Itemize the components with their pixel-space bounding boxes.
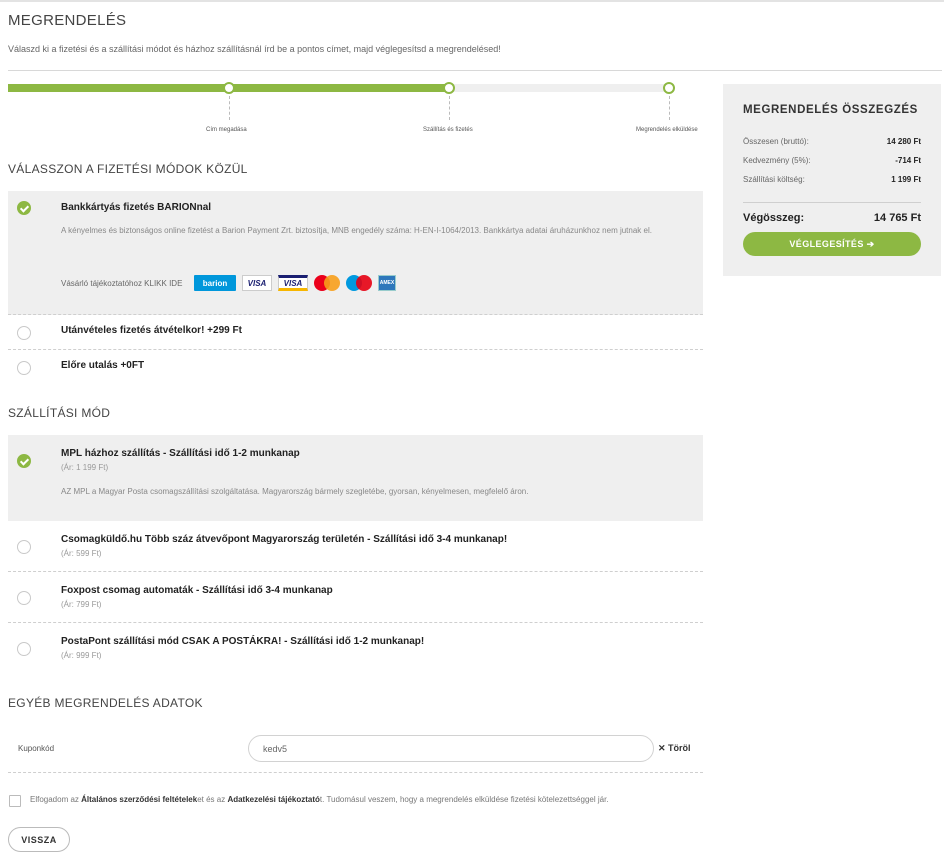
- shipping-option-title: PostaPont szállítási mód CSAK A POSTÁKRA…: [61, 636, 425, 647]
- payment-logos: barion VISA VISA AMEX: [194, 275, 396, 291]
- terms-text-part: et és az: [197, 795, 228, 804]
- barion-logo: barion: [194, 275, 236, 291]
- terms-text: Elfogadom az Általános szerződési feltét…: [30, 795, 609, 804]
- radio-button[interactable]: [17, 540, 31, 554]
- terms-link[interactable]: Általános szerződési feltételek: [81, 795, 197, 804]
- shipping-option-csomagkuldo[interactable]: Csomagküldő.hu Több száz átvevőpont Magy…: [8, 521, 703, 572]
- terms-text-part: Elfogadom az: [30, 795, 82, 804]
- shipping-option-title: MPL házhoz szállítás - Szállítási idő 1-…: [61, 448, 300, 459]
- terms-checkbox[interactable]: [9, 795, 21, 807]
- payment-option-cod[interactable]: Utánvételes fizetés átvételkor! +299 Ft: [8, 315, 703, 350]
- payment-option-description: A kényelmes és biztonságos online fizeté…: [61, 226, 652, 235]
- divider: [8, 70, 942, 71]
- progress-step-dot: [443, 82, 455, 94]
- shipping-option-price: (Ár: 1 199 Ft): [61, 463, 109, 472]
- shipping-option-price: (Ár: 599 Ft): [61, 549, 102, 558]
- radio-button[interactable]: [17, 642, 31, 656]
- visa-logo: VISA: [242, 275, 272, 291]
- back-button[interactable]: VISSZA: [8, 827, 70, 852]
- terms-text-part: t. Tudomásul veszem, hogy a megrendelés …: [319, 795, 609, 804]
- customer-info-link[interactable]: Vásárló tájékoztatóhoz KLIKK IDE: [61, 279, 182, 288]
- summary-row-label: Kedvezmény (5%):: [743, 156, 811, 165]
- shipping-option-title: Csomagküldő.hu Több száz átvevőpont Magy…: [61, 534, 508, 545]
- shipping-option-description: AZ MPL a Magyar Posta csomagszállítási s…: [61, 487, 529, 496]
- payment-option-title: Utánvételes fizetés átvételkor! +299 Ft: [61, 325, 242, 336]
- coupon-remove-button[interactable]: ✕ Töröl: [658, 743, 691, 754]
- radio-checked-icon[interactable]: [17, 454, 31, 468]
- summary-row-value: -714 Ft: [895, 156, 921, 165]
- summary-row-gross: Összesen (bruttó): 14 280 Ft: [743, 137, 921, 146]
- divider: [743, 202, 921, 203]
- shipping-option-price: (Ár: 999 Ft): [61, 651, 102, 660]
- shipping-option-mpl[interactable]: MPL házhoz szállítás - Szállítási idő 1-…: [8, 435, 703, 521]
- summary-row-value: 14 280 Ft: [886, 137, 921, 146]
- payment-option-barion[interactable]: Bankkártyás fizetés BARIONnal A kényelme…: [8, 191, 703, 315]
- coupon-input[interactable]: [248, 735, 654, 762]
- privacy-policy-link[interactable]: Adatkezelési tájékoztató: [227, 795, 319, 804]
- progress-step-stem: [229, 96, 230, 120]
- payment-section-title: VÁLASSZON A FIZETÉSI MÓDOK KÖZÜL: [8, 162, 248, 176]
- progress-step-stem: [669, 96, 670, 120]
- shipping-option-foxpost[interactable]: Foxpost csomag automaták - Szállítási id…: [8, 572, 703, 623]
- payment-option-transfer[interactable]: Előre utalás +0FT: [8, 350, 703, 385]
- payment-option-title: Bankkártyás fizetés BARIONnal: [61, 202, 212, 213]
- order-summary-panel: MEGRENDELÉS ÖSSZEGZÉS Összesen (bruttó):…: [723, 84, 941, 276]
- radio-button[interactable]: [17, 326, 31, 340]
- page-title: MEGRENDELÉS: [8, 12, 127, 29]
- summary-row-label: Szállítási költség:: [743, 175, 805, 184]
- shipping-section-title: SZÁLLÍTÁSI MÓD: [8, 406, 111, 420]
- summary-title: MEGRENDELÉS ÖSSZEGZÉS: [743, 104, 918, 116]
- progress-step-stem: [449, 96, 450, 120]
- page-subtitle: Válaszd ki a fizetési és a szállítási mó…: [8, 44, 501, 54]
- summary-row-discount: Kedvezmény (5%): -714 Ft: [743, 156, 921, 165]
- summary-row-shipping: Szállítási költség: 1 199 Ft: [743, 175, 921, 184]
- progress-step-dot: [663, 82, 675, 94]
- checkout-progress-bar: [8, 84, 670, 92]
- progress-step-address: Cím megadása: [206, 127, 247, 133]
- radio-button[interactable]: [17, 361, 31, 375]
- progress-step-shipping-payment: Szállítás és fizetés: [423, 127, 473, 133]
- summary-total-label: Végösszeg:: [743, 212, 805, 224]
- summary-total-value: 14 765 Ft: [873, 212, 921, 224]
- shipping-option-price: (Ár: 799 Ft): [61, 600, 102, 609]
- finalize-button[interactable]: VÉGLEGESÍTÉS ➔: [743, 232, 921, 256]
- shipping-option-postapont[interactable]: PostaPont szállítási mód CSAK A POSTÁKRA…: [8, 623, 703, 674]
- payment-option-title: Előre utalás +0FT: [61, 360, 145, 371]
- amex-logo: AMEX: [378, 275, 396, 291]
- summary-row-value: 1 199 Ft: [891, 175, 921, 184]
- maestro-logo: [346, 275, 372, 291]
- progress-step-dot: [223, 82, 235, 94]
- progress-step-send-order: Megrendelés elküldése: [636, 127, 698, 133]
- shipping-option-title: Foxpost csomag automaták - Szállítási id…: [61, 585, 333, 596]
- mastercard-logo: [314, 275, 340, 291]
- radio-button[interactable]: [17, 591, 31, 605]
- summary-row-label: Összesen (bruttó):: [743, 137, 809, 146]
- visa-electron-logo: VISA: [278, 275, 308, 291]
- top-border: [0, 0, 944, 2]
- coupon-label: Kuponkód: [18, 744, 55, 753]
- radio-checked-icon[interactable]: [17, 201, 31, 215]
- other-data-section-title: EGYÉB MEGRENDELÉS ADATOK: [8, 696, 203, 710]
- summary-total: Végösszeg: 14 765 Ft: [743, 212, 921, 224]
- divider: [8, 772, 703, 773]
